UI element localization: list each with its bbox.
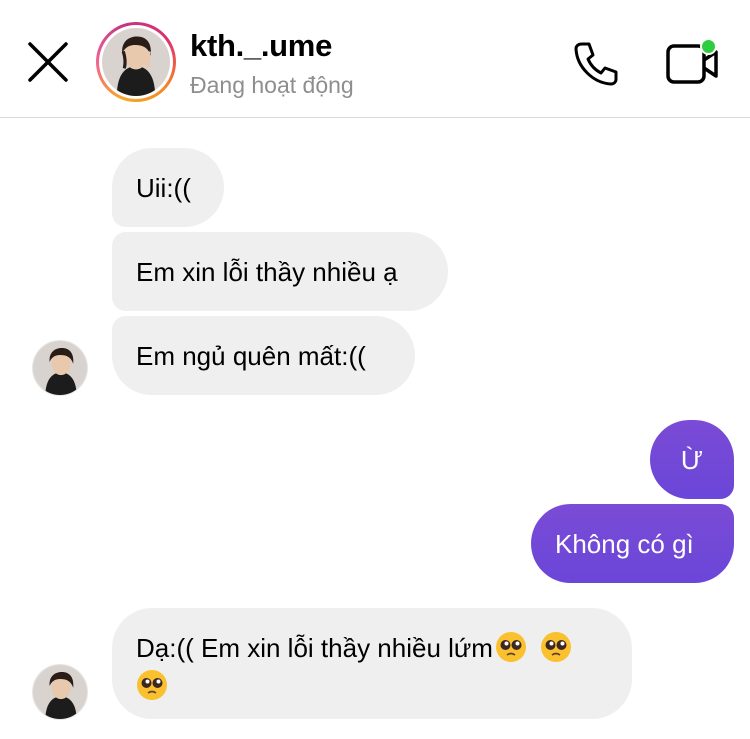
- chat-username[interactable]: kth._.ume: [190, 28, 332, 64]
- message-text: Dạ:(( Em xin lỗi thầy nhiều lứm: [136, 633, 493, 663]
- pleading-face-emoji: [541, 632, 572, 662]
- avatar-photo-icon: [33, 341, 87, 395]
- message-text: Không có gì: [555, 529, 694, 559]
- profile-avatar[interactable]: [96, 22, 176, 102]
- voice-call-button[interactable]: [568, 36, 624, 92]
- sender-avatar[interactable]: [32, 340, 88, 396]
- avatar-photo-icon: [102, 28, 170, 96]
- message-bubble-incoming[interactable]: Dạ:(( Em xin lỗi thầy nhiều lứm: [112, 608, 632, 719]
- pleading-face-emoji: [495, 632, 526, 662]
- online-status-dot: [700, 38, 717, 55]
- sender-avatar[interactable]: [32, 664, 88, 720]
- message-bubble-outgoing[interactable]: Không có gì: [531, 504, 734, 583]
- close-button[interactable]: [26, 40, 70, 84]
- chat-header: kth._.ume Đang hoạt động: [0, 0, 750, 118]
- message-text: Em xin lỗi thầy nhiều ạ: [136, 257, 398, 287]
- message-bubble-incoming[interactable]: Em xin lỗi thầy nhiều ạ: [112, 232, 448, 311]
- active-status: Đang hoạt động: [190, 72, 354, 98]
- message-text: Uii:((: [136, 173, 191, 203]
- message-text: Ừ: [680, 445, 704, 475]
- message-text-line: [136, 668, 608, 704]
- close-icon: [28, 42, 68, 82]
- phone-icon: [574, 42, 618, 86]
- message-bubble-incoming[interactable]: Em ngủ quên mất:((: [112, 316, 415, 395]
- message-bubble-incoming[interactable]: Uii:((: [112, 148, 224, 227]
- avatar-photo-icon: [33, 665, 87, 719]
- message-text-line: Dạ:(( Em xin lỗi thầy nhiều lứm: [136, 630, 608, 666]
- pleading-face-emoji: [137, 670, 167, 700]
- message-text: Em ngủ quên mất:((: [136, 341, 366, 371]
- message-bubble-outgoing[interactable]: Ừ: [650, 420, 734, 499]
